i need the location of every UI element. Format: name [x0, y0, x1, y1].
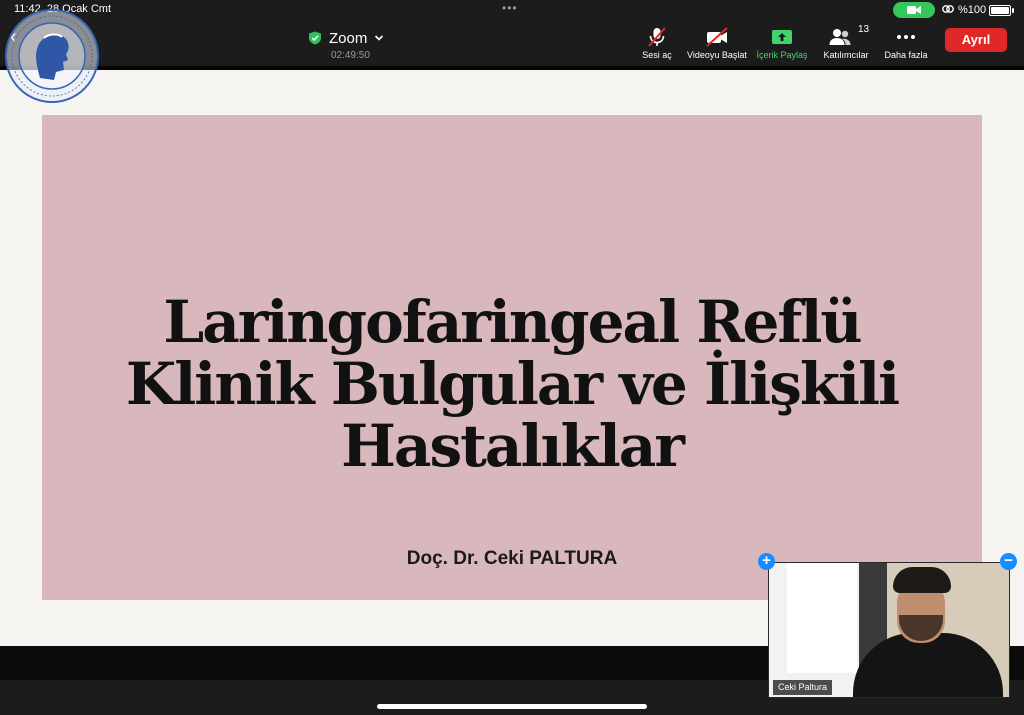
participant-name-label: Ceki Paltura: [773, 680, 833, 695]
share-screen-icon: [772, 30, 792, 44]
link-icon: [942, 5, 954, 13]
shield-check-icon: [309, 31, 321, 45]
microphone-muted-icon: [648, 27, 666, 47]
start-video-button[interactable]: Videoyu Başlat: [686, 24, 748, 64]
participants-button[interactable]: 13 Katılımcılar: [818, 24, 874, 64]
expand-video-icon[interactable]: +: [758, 553, 775, 570]
share-content-label: İçerik Paylaş: [756, 50, 808, 60]
status-bar: 11:42 28 Ocak Cmt ••• %100: [0, 0, 1024, 20]
participants-label: Katılımcılar: [823, 50, 869, 60]
slide-title-line-2: Klinik Bulgular ve İlişkili: [125, 350, 900, 418]
more-dots-icon: [897, 35, 915, 39]
app-title: Zoom: [329, 29, 368, 47]
more-button[interactable]: Daha fazla: [880, 24, 932, 64]
start-video-label: Videoyu Başlat: [687, 50, 747, 60]
video-camera-icon: [907, 6, 921, 14]
share-content-button[interactable]: İçerik Paylaş: [752, 24, 812, 64]
video-thumbnail[interactable]: Ceki Paltura: [768, 562, 1010, 698]
participant-count: 13: [858, 24, 870, 35]
chevron-down-icon: [375, 35, 384, 41]
unmute-button[interactable]: Sesi aç: [638, 24, 676, 64]
society-logo-icon: [5, 9, 99, 103]
slide-title: Laringofaringeal Reflü Klinik Bulgular v…: [42, 291, 982, 477]
battery-percent: %100: [958, 4, 987, 16]
battery-icon: [989, 5, 1014, 16]
home-indicator[interactable]: [377, 704, 647, 709]
meeting-timer: 02:49:50: [331, 50, 370, 61]
meeting-toolbar: ‹ Zoom 02:49:50 Sesi aç Videoyu Başlat: [0, 20, 1024, 66]
video-off-icon: [706, 27, 728, 47]
leave-button[interactable]: Ayrıl: [945, 28, 1007, 52]
minimize-video-icon[interactable]: −: [1000, 553, 1017, 570]
shared-screen: Laringofaringeal Reflü Klinik Bulgular v…: [0, 70, 1024, 646]
participants-icon: [829, 29, 851, 45]
slide-title-line-3: Hastalıklar: [341, 412, 685, 480]
multitasking-dots-icon[interactable]: •••: [502, 1, 518, 15]
more-label: Daha fazla: [884, 50, 928, 60]
slide-title-line-1: Laringofaringeal Reflü: [163, 288, 862, 356]
meeting-title[interactable]: Zoom: [308, 28, 384, 48]
presentation-slide: Laringofaringeal Reflü Klinik Bulgular v…: [42, 115, 982, 600]
camera-in-use-indicator: [893, 2, 935, 18]
unmute-label: Sesi aç: [642, 50, 672, 60]
